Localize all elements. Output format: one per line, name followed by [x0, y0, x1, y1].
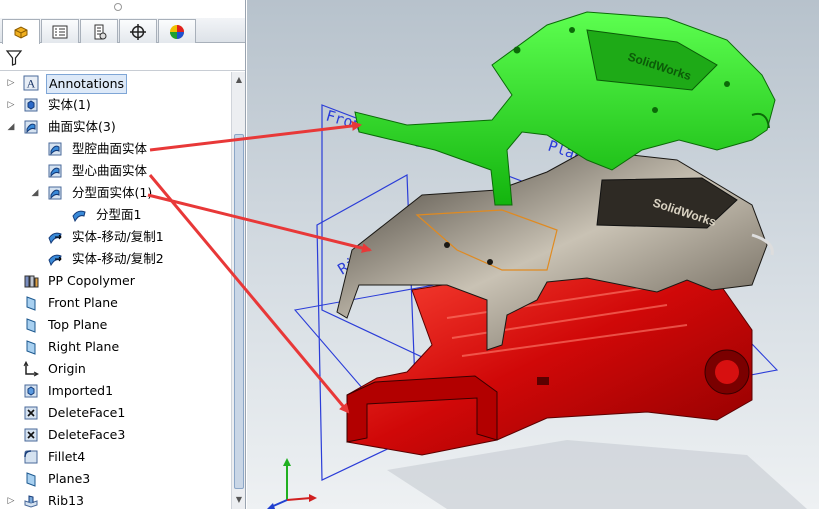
manager-tab-strip: [0, 18, 245, 44]
annotations-icon: A: [22, 74, 40, 92]
tree-item-label: 曲面实体(3): [48, 119, 116, 134]
tree-item-deleteface1[interactable]: DeleteFace1: [0, 402, 232, 424]
tree-item-label: Fillet4: [48, 449, 86, 464]
tree-item-label: Top Plane: [48, 317, 108, 332]
tree-item-1[interactable]: 实体-移动/复制1: [0, 226, 232, 248]
feature-manager-panel: ▷ A Annotations ▷ 实体(1) ◢ 曲面实体(3) 型腔曲面实体 型心曲面实体 ◢…: [0, 0, 246, 509]
property-manager-tab[interactable]: [41, 19, 79, 43]
tree-scrollbar[interactable]: ▲ ▼: [231, 72, 245, 509]
tree-item-deleteface3[interactable]: DeleteFace3: [0, 424, 232, 446]
rib-icon: [22, 492, 40, 509]
surface-body-icon: [46, 184, 64, 202]
plane-icon: [22, 338, 40, 356]
tree-item-origin[interactable]: Origin: [0, 358, 232, 380]
tree-item-annotations[interactable]: ▷ A Annotations: [0, 72, 232, 94]
tree-item-top-plane[interactable]: Top Plane: [0, 314, 232, 336]
move-copy-icon: [46, 250, 64, 268]
tree-item-label: Front Plane: [48, 295, 118, 310]
surface-bodies-icon: [22, 118, 40, 136]
panel-grip[interactable]: [114, 3, 122, 11]
expand-arrow-icon[interactable]: ▷: [5, 99, 17, 111]
plane-icon: [22, 294, 40, 312]
crosshair-icon: [130, 23, 146, 40]
floor-reflection: [387, 440, 807, 509]
dimxpert-tab[interactable]: [119, 19, 157, 43]
material-icon: [22, 272, 40, 290]
filter-icon[interactable]: [5, 49, 23, 67]
tree-item-[interactable]: 型腔曲面实体: [0, 138, 232, 160]
fillet-icon: [22, 448, 40, 466]
tree-item-label: PP Copolymer: [48, 273, 135, 288]
configuration-manager-tab[interactable]: [80, 19, 118, 43]
tree-item-label: 型腔曲面实体: [72, 141, 148, 156]
tree-item-pp-copolymer[interactable]: PP Copolymer: [0, 270, 232, 292]
tree-item-label: Rib13: [48, 493, 84, 508]
imported-icon: [22, 382, 40, 400]
svg-text:A: A: [27, 77, 36, 91]
tree-item-right-plane[interactable]: Right Plane: [0, 336, 232, 358]
plane-icon: [22, 316, 40, 334]
appearance-tab[interactable]: [158, 19, 196, 43]
tree-filter-bar[interactable]: [0, 45, 245, 71]
tree-item-label: DeleteFace3: [48, 427, 126, 442]
delete-face-icon: [22, 404, 40, 422]
scroll-down-arrow-icon[interactable]: ▼: [233, 494, 245, 506]
tree-item-label: 型心曲面实体: [72, 163, 148, 178]
move-copy-icon: [46, 228, 64, 246]
tree-item-label: Imported1: [48, 383, 114, 398]
tree-item-label: Origin: [48, 361, 86, 376]
appearance-icon: [170, 24, 184, 39]
tree-item-1[interactable]: 分型面1: [0, 204, 232, 226]
tree-item-label: 实体(1): [48, 97, 91, 112]
tree-item-label: 分型面1: [96, 207, 142, 222]
origin-icon: [22, 360, 40, 378]
tree-item-rib13[interactable]: ▷ Rib13: [0, 490, 232, 509]
tree-item-label: DeleteFace1: [48, 405, 126, 420]
solid-bodies-icon: [22, 96, 40, 114]
delete-face-icon: [22, 426, 40, 444]
tree-item-plane3[interactable]: Plane3: [0, 468, 232, 490]
tree-item-label: 分型面实体(1): [72, 185, 153, 200]
tree-item-imported1[interactable]: Imported1: [0, 380, 232, 402]
tree-item-3[interactable]: ◢ 曲面实体(3): [0, 116, 232, 138]
plane-icon: [22, 470, 40, 488]
graphics-viewport[interactable]: Front Plane Right Plane Plane SolidWorks: [247, 0, 819, 509]
surface-body-icon: [46, 140, 64, 158]
scroll-up-arrow-icon[interactable]: ▲: [233, 74, 245, 86]
scroll-thumb[interactable]: [234, 134, 244, 489]
expand-arrow-icon[interactable]: ▷: [5, 77, 17, 89]
property-manager-icon: [52, 25, 68, 38]
tree-item-label: Plane3: [48, 471, 91, 486]
feature-manager-tab[interactable]: [2, 19, 40, 44]
configuration-manager-icon: [94, 24, 107, 39]
tree-item-2[interactable]: 实体-移动/复制2: [0, 248, 232, 270]
tree-item-fillet4[interactable]: Fillet4: [0, 446, 232, 468]
expand-arrow-icon[interactable]: ▷: [5, 495, 17, 507]
collapse-arrow-icon[interactable]: ◢: [5, 121, 17, 133]
parting-surface-icon: [70, 206, 88, 224]
tree-item-label: Right Plane: [48, 339, 120, 354]
tree-item-[interactable]: 型心曲面实体: [0, 160, 232, 182]
surface-body-icon: [46, 162, 64, 180]
tree-item-label: Annotations: [46, 74, 128, 94]
tree-item-label: 实体-移动/复制2: [72, 251, 164, 266]
collapse-arrow-icon[interactable]: ◢: [29, 187, 41, 199]
tree-item-label: 实体-移动/复制1: [72, 229, 164, 244]
tree-item-1[interactable]: ◢ 分型面实体(1): [0, 182, 232, 204]
model-scene: Front Plane Right Plane Plane SolidWorks: [267, 11, 807, 509]
feature-manager-icon: [14, 26, 28, 39]
tree-item-1[interactable]: ▷ 实体(1): [0, 94, 232, 116]
origin-triad-icon: [267, 458, 317, 509]
tree-item-front-plane[interactable]: Front Plane: [0, 292, 232, 314]
